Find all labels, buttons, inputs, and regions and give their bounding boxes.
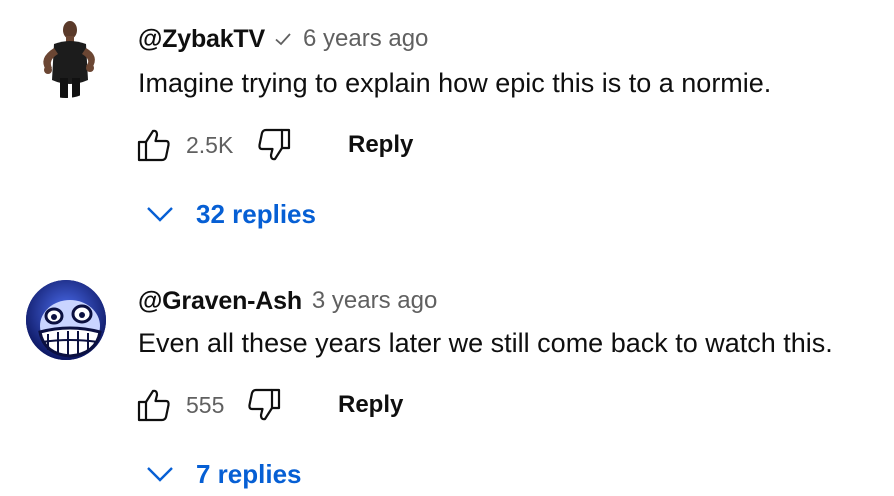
thumbs-up-icon bbox=[137, 389, 170, 422]
thumbs-down-icon bbox=[258, 128, 291, 161]
avatar[interactable] bbox=[26, 18, 106, 98]
view-replies-button[interactable]: 32 replies bbox=[146, 196, 316, 232]
replies-count-label: 7 replies bbox=[196, 458, 302, 489]
dislike-button[interactable] bbox=[244, 385, 284, 425]
comment-header: @ZybakTV 6 years ago bbox=[138, 24, 428, 54]
like-count: 2.5K bbox=[186, 131, 234, 158]
reply-button[interactable]: Reply bbox=[348, 131, 413, 159]
reply-button[interactable]: Reply bbox=[338, 391, 403, 419]
comment-text: Imagine trying to explain how epic this … bbox=[138, 68, 772, 98]
like-count: 555 bbox=[186, 391, 225, 418]
thumbs-down-icon bbox=[248, 388, 281, 421]
person-avatar-icon bbox=[26, 18, 106, 98]
dislike-button[interactable] bbox=[254, 125, 294, 165]
avatar[interactable] bbox=[26, 280, 106, 360]
thumbs-up-icon bbox=[137, 129, 170, 162]
comment-header: @Graven-Ash 3 years ago bbox=[138, 286, 437, 316]
author-name[interactable]: @Graven-Ash bbox=[138, 287, 302, 316]
comment-actions: 555 Reply bbox=[134, 385, 403, 425]
like-button[interactable] bbox=[134, 125, 174, 165]
like-button[interactable] bbox=[134, 385, 174, 425]
comment-timestamp[interactable]: 3 years ago bbox=[312, 287, 437, 315]
view-replies-button[interactable]: 7 replies bbox=[146, 456, 302, 492]
chevron-down-icon bbox=[147, 207, 173, 222]
comment-text: Even all these years later we still come… bbox=[138, 328, 833, 358]
author-name[interactable]: @ZybakTV bbox=[138, 25, 265, 54]
chevron-down-icon bbox=[147, 467, 173, 482]
comment-timestamp[interactable]: 6 years ago bbox=[303, 25, 428, 53]
replies-count-label: 32 replies bbox=[196, 198, 316, 229]
cartoon-face-icon bbox=[26, 280, 106, 360]
comment-actions: 2.5K Reply bbox=[134, 125, 413, 165]
verified-check-icon bbox=[275, 33, 291, 46]
